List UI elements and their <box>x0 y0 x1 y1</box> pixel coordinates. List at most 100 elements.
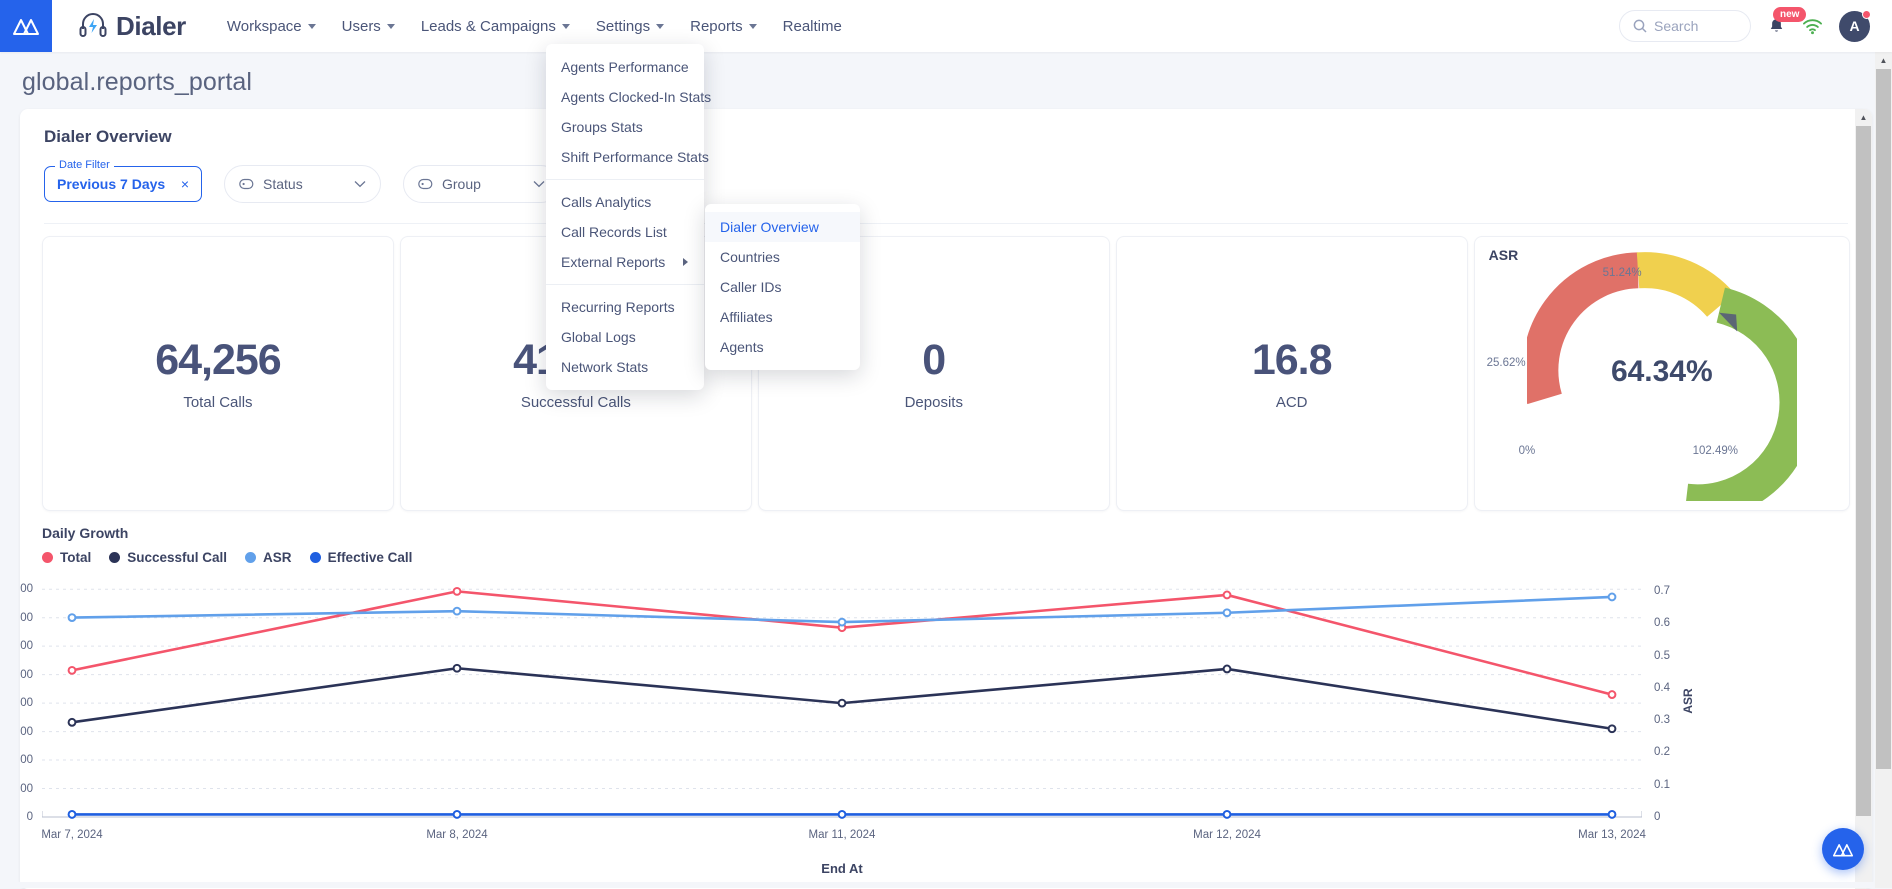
stat-label: ACD <box>1275 394 1308 411</box>
menu-item-affiliates[interactable]: Affiliates <box>705 302 860 332</box>
menu-item-groups-stats[interactable]: Groups Stats <box>546 112 704 142</box>
search-icon <box>1633 19 1647 33</box>
chart-y-tick-left: 12,000 <box>20 640 33 653</box>
menu-item-caller-ids[interactable]: Caller IDs <box>705 272 860 302</box>
chart-data-point <box>1607 592 1617 602</box>
chevron-down-icon <box>656 23 665 29</box>
chart-canvas <box>41 586 1643 819</box>
date-filter-legend: Date Filter <box>55 159 114 171</box>
nav-item-realtime[interactable]: Realtime <box>770 12 855 41</box>
nav-item-settings[interactable]: Settings <box>583 12 677 41</box>
page-scrollbar-thumb[interactable] <box>1876 69 1891 769</box>
chevron-down-icon <box>307 23 316 29</box>
menu-separator <box>546 284 704 285</box>
legend-dot <box>109 552 121 563</box>
menu-item-label: Agents Performance <box>561 59 689 75</box>
daily-growth-chart: 0 2,000 4,000 6,000 8,000 10,000 12,000 14,000 1… <box>20 571 1695 876</box>
connection-status-button[interactable] <box>1802 18 1823 35</box>
chart-data-point <box>837 698 847 708</box>
scroll-up-arrow-icon[interactable]: ▲ <box>1875 52 1892 69</box>
legend-label: ASR <box>263 550 292 565</box>
chart-data-point <box>1222 590 1232 600</box>
chevron-down-icon <box>533 181 545 188</box>
page-scrollbar[interactable]: ▲ <box>1875 52 1892 888</box>
nav-item-reports[interactable]: Reports <box>677 12 770 41</box>
brand-name: Dialer <box>116 10 186 41</box>
stat-card-total-calls: 64,256 Total Calls <box>42 236 394 511</box>
menu-item-global-logs[interactable]: Global Logs <box>546 322 704 352</box>
nav-item-leads-campaigns[interactable]: Leads & Campaigns <box>408 12 583 41</box>
menu-item-agents[interactable]: Agents <box>705 332 860 362</box>
card-scrollbar-thumb[interactable] <box>1856 126 1871 816</box>
legend-dot <box>309 552 321 563</box>
menu-item-label: Network Stats <box>561 359 649 375</box>
navbar-right: Search new A <box>1619 6 1892 42</box>
search-input[interactable]: Search <box>1619 10 1751 42</box>
menu-item-countries[interactable]: Countries <box>705 242 860 272</box>
menu-item-shift-performance-stats[interactable]: Shift Performance Stats <box>546 142 709 172</box>
scroll-up-arrow-icon[interactable]: ▲ <box>1855 109 1872 126</box>
support-fab-button[interactable] <box>1822 828 1864 870</box>
card-title: Dialer Overview <box>44 127 172 146</box>
chart-y-tick-left: 8,000 <box>20 697 33 710</box>
nav-item-workspace[interactable]: Workspace <box>214 12 329 41</box>
menu-item-label: Agents Clocked-In Stats <box>561 89 712 105</box>
card-scrollbar[interactable]: ▲ <box>1855 109 1872 889</box>
chart-data-point <box>1607 724 1617 734</box>
chart-y-tick-left: 4,000 <box>20 754 33 767</box>
chart-data-point <box>452 663 462 673</box>
menu-item-agents-clocked-in-stats[interactable]: Agents Clocked-In Stats <box>546 82 711 112</box>
headset-icon <box>79 13 107 37</box>
chart-data-point <box>1607 690 1617 699</box>
chart-y-tick-right: 0.1 <box>1654 778 1670 791</box>
nav-item-label: Realtime <box>782 17 842 35</box>
brand[interactable]: Dialer <box>78 11 186 42</box>
menu-item-label: Agents <box>720 339 764 355</box>
stat-value: 0 <box>922 336 946 384</box>
date-filter[interactable]: Date Filter Previous 7 Days × <box>44 159 202 202</box>
menu-item-network-stats[interactable]: Network Stats <box>546 352 704 382</box>
menu-item-dialer-overview[interactable]: Dialer Overview <box>705 212 860 242</box>
legend-label: Effective Call <box>327 550 413 565</box>
chart-series-line <box>71 666 1613 731</box>
gauge-tick-1: 25.62% <box>1486 357 1526 369</box>
group-filter[interactable]: Group <box>403 165 560 203</box>
menu-item-call-records-list[interactable]: Call Records List <box>546 217 704 247</box>
chart-data-point <box>67 717 77 727</box>
menu-item-label: External Reports <box>561 254 666 270</box>
legend-item-asr[interactable]: ASR <box>245 550 292 565</box>
stat-value: 16.8 <box>1251 336 1333 384</box>
stat-label: Deposits <box>904 394 963 411</box>
nav-item-label: Users <box>341 17 381 35</box>
menu-item-agents-performance[interactable]: Agents Performance <box>546 52 704 82</box>
status-filter[interactable]: Status <box>224 165 381 203</box>
menu-item-label: Caller IDs <box>720 279 782 295</box>
chart-y-tick-left: 10,000 <box>20 668 33 681</box>
app-logo-tile[interactable] <box>0 0 52 52</box>
legend-label: Successful Call <box>127 550 228 565</box>
avatar-initial: A <box>1849 18 1860 34</box>
menu-item-external-reports[interactable]: External Reports <box>546 247 704 277</box>
menu-item-label: Shift Performance Stats <box>561 149 709 165</box>
chart-data-point <box>452 606 462 616</box>
menu-item-label: Affiliates <box>720 309 773 325</box>
nav-item-users[interactable]: Users <box>329 12 408 41</box>
gauge-center-value: 64.34% <box>1610 355 1713 388</box>
nav-item-label: Workspace <box>226 17 302 35</box>
legend-item-effective-call[interactable]: Effective Call <box>309 550 413 565</box>
chart-x-tick: Mar 7, 2024 <box>41 829 103 841</box>
legend-item-total[interactable]: Total <box>42 550 91 565</box>
chart-x-axis-title: End At <box>821 861 863 876</box>
wifi-icon <box>1803 18 1822 34</box>
legend-item-successful-call[interactable]: Successful Call <box>109 550 227 565</box>
menu-item-calls-analytics[interactable]: Calls Analytics <box>546 187 704 217</box>
menu-item-recurring-reports[interactable]: Recurring Reports <box>546 292 704 322</box>
notifications-button[interactable]: new <box>1767 6 1807 36</box>
chart-data-point <box>837 617 847 627</box>
bottom-strip <box>0 882 1892 888</box>
chart-y-tick-right: 0.4 <box>1654 681 1670 694</box>
date-filter-clear-icon[interactable]: × <box>181 176 189 192</box>
filter-row: Date Filter Previous 7 Days × Status Gro… <box>20 147 1872 203</box>
tag-icon <box>418 178 433 190</box>
avatar[interactable]: A <box>1839 9 1871 42</box>
